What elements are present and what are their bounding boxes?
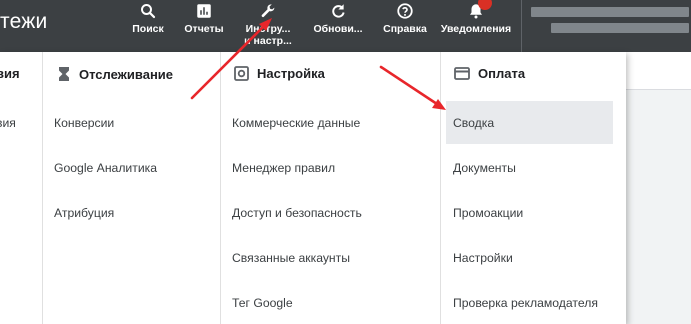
tools-button-label: Инстру... bbox=[245, 23, 291, 35]
column-heading-label: Настройка bbox=[257, 66, 325, 81]
reports-button[interactable]: Отчеты bbox=[182, 0, 226, 52]
tools-button-label-line2: и настр... bbox=[244, 35, 292, 47]
column-heading-setup: Настройка bbox=[234, 66, 325, 81]
help-button[interactable]: Справка bbox=[380, 0, 430, 52]
background-page-area bbox=[626, 90, 691, 324]
menu-item-linked-accounts[interactable]: Связанные аккаунты bbox=[232, 251, 350, 265]
menu-item-access-security[interactable]: Доступ и безопасность bbox=[232, 206, 362, 220]
menu-item-google-analytics[interactable]: Google Аналитика bbox=[54, 161, 157, 175]
column-heading-billing: Оплата bbox=[454, 66, 525, 81]
column-heading: вия bbox=[0, 66, 20, 81]
page-title: тежи bbox=[0, 10, 48, 33]
menu-item-documents[interactable]: Документы bbox=[453, 161, 516, 175]
settings-box-icon bbox=[234, 66, 249, 81]
column-heading-tracking: Отслеживание bbox=[57, 66, 173, 82]
search-button-label: Поиск bbox=[132, 23, 164, 35]
app-window: тежи Поиск Отчеты Инстру... и настр... О… bbox=[0, 0, 691, 324]
reports-button-label: Отчеты bbox=[184, 23, 224, 35]
column-heading-label: вия bbox=[0, 66, 20, 81]
wrench-icon bbox=[261, 4, 275, 18]
menu-column-billing: Оплата Сводка Документы Промоакции Настр… bbox=[441, 52, 626, 324]
menu-item-rules-manager[interactable]: Менеджер правил bbox=[232, 161, 335, 175]
tools-button[interactable]: Инстру... и настр... bbox=[240, 0, 296, 52]
menu-item-conversions[interactable]: Конверсии bbox=[54, 116, 114, 130]
menu-column-setup: Настройка Коммерческие данные Менеджер п… bbox=[221, 52, 440, 324]
search-button[interactable]: Поиск bbox=[130, 0, 166, 52]
menu-column-tracking: Отслеживание Конверсии Google Аналитика … bbox=[43, 52, 220, 324]
reports-icon bbox=[197, 4, 211, 18]
hourglass-icon bbox=[59, 67, 69, 81]
refresh-button[interactable]: Обнови... bbox=[312, 0, 364, 52]
menu-column-partial: вия вия bbox=[0, 52, 42, 324]
column-heading-label: Отслеживание bbox=[79, 66, 174, 82]
menu-item-advertiser-verification[interactable]: Проверка рекламодателя bbox=[453, 296, 598, 310]
menu-item[interactable]: вия bbox=[0, 116, 16, 130]
menu-item-promotions[interactable]: Промоакции bbox=[453, 206, 523, 220]
menu-item-google-tag[interactable]: Тег Google bbox=[232, 296, 293, 310]
help-button-label: Справка bbox=[383, 23, 427, 35]
account-id-redacted[interactable] bbox=[551, 23, 689, 33]
refresh-icon bbox=[332, 4, 345, 18]
account-name-redacted[interactable] bbox=[531, 7, 689, 17]
menu-item-attribution[interactable]: Атрибуция bbox=[54, 206, 114, 220]
menu-item-business-data[interactable]: Коммерческие данные bbox=[232, 116, 360, 130]
credit-card-icon bbox=[454, 67, 470, 80]
menu-item-summary[interactable]: Сводка bbox=[453, 116, 494, 130]
toolbar-divider bbox=[521, 0, 522, 52]
refresh-button-label: Обнови... bbox=[313, 23, 363, 35]
notifications-button-label: Уведомления bbox=[440, 23, 512, 35]
tools-menu-panel: вия вия Отслеживание Конверсии Google Ан… bbox=[0, 52, 626, 324]
subbar-strip bbox=[626, 52, 691, 90]
notifications-button[interactable]: Уведомления bbox=[440, 0, 512, 52]
column-heading-label: Оплата bbox=[478, 66, 526, 81]
help-icon bbox=[397, 3, 413, 19]
menu-item-settings[interactable]: Настройки bbox=[453, 251, 513, 265]
top-bar: тежи Поиск Отчеты Инстру... и настр... О… bbox=[0, 0, 691, 52]
search-icon bbox=[141, 4, 156, 19]
